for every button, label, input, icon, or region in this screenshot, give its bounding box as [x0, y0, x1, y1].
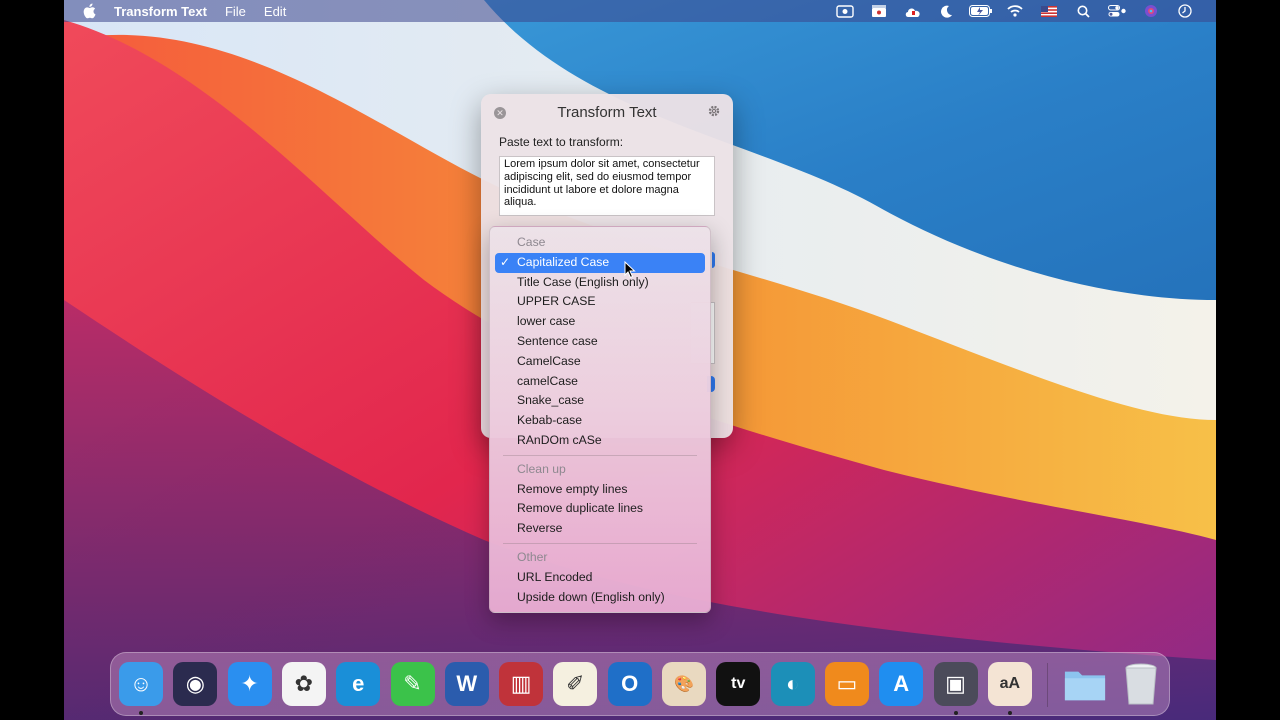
- checkmark-icon: ✓: [500, 254, 511, 269]
- dock-divider: [1047, 663, 1048, 707]
- menu-edit[interactable]: Edit: [264, 4, 286, 19]
- menu-separator: [503, 542, 697, 544]
- transform-text-icon[interactable]: aA: [987, 662, 1032, 706]
- textedit-icon[interactable]: ✐: [553, 662, 598, 706]
- control-center-icon[interactable]: [1100, 0, 1134, 22]
- dock-running-indicator: [1007, 711, 1012, 715]
- menu-item-snake-case[interactable]: Snake_case: [495, 391, 705, 411]
- menu-item-upper-case[interactable]: UPPER CASE: [495, 292, 705, 312]
- dock-running-indicator: [953, 711, 958, 715]
- folder-icon[interactable]: [1063, 662, 1107, 706]
- letterbox-left: [0, 0, 64, 720]
- siri-icon[interactable]: [1134, 0, 1168, 22]
- photos-icon[interactable]: ✿: [281, 662, 326, 706]
- menu-item-capitalized-case[interactable]: ✓ Capitalized Case: [495, 252, 705, 273]
- status-area: [828, 0, 1202, 22]
- gear-icon[interactable]: [707, 104, 721, 118]
- dock: ☺ ◉ ✦ ✿ e ✎ W ▥ ✐ O 🎨 tv ◐ ▭ A ▣ aA: [110, 652, 1170, 716]
- menu-item-random-case[interactable]: RAnDOm cASe: [495, 431, 705, 451]
- mouse-cursor-icon: [624, 261, 636, 279]
- clapper-icon[interactable]: [862, 0, 896, 22]
- safari-icon[interactable]: ✦: [227, 662, 272, 706]
- apple-tv-icon[interactable]: tv: [716, 662, 761, 706]
- word-icon[interactable]: W: [444, 662, 489, 706]
- menu-item-pascal-case[interactable]: CamelCase: [495, 352, 705, 372]
- menu-item-reverse[interactable]: Reverse: [495, 519, 705, 539]
- menu-item-upside-down[interactable]: Upside down (English only): [495, 588, 705, 608]
- outlook-icon[interactable]: O: [607, 662, 652, 706]
- section-header-case: Case: [517, 235, 546, 249]
- media-icon[interactable]: ▣: [933, 662, 978, 706]
- flag-icon[interactable]: [1032, 0, 1066, 22]
- apple-menu-icon[interactable]: [82, 3, 96, 19]
- search-icon[interactable]: [1066, 0, 1100, 22]
- app-store-icon[interactable]: A: [879, 662, 924, 706]
- menu-item-camel-case[interactable]: camelCase: [495, 372, 705, 392]
- menu-separator: [503, 454, 697, 456]
- moon-icon[interactable]: [930, 0, 964, 22]
- clock-icon[interactable]: [1168, 0, 1202, 22]
- menu-item-url-encoded[interactable]: URL Encoded: [495, 568, 705, 588]
- menu-item-remove-duplicate-lines[interactable]: Remove duplicate lines: [495, 499, 705, 519]
- paint-icon[interactable]: 🎨: [662, 662, 706, 706]
- menu-item-sentence-case[interactable]: Sentence case: [495, 332, 705, 352]
- menu-item-lower-case[interactable]: lower case: [495, 312, 705, 332]
- battery-icon[interactable]: [964, 0, 998, 22]
- screen-record-icon[interactable]: [828, 0, 862, 22]
- menu-item-label: Capitalized Case: [517, 254, 610, 269]
- section-header-other: Other: [517, 549, 548, 564]
- trash-icon[interactable]: [1119, 662, 1163, 706]
- menu-item-kebab-case[interactable]: Kebab-case: [495, 411, 705, 431]
- edge-icon[interactable]: ◐: [770, 662, 815, 706]
- transform-dropdown-menu: Case ✓ Capitalized Case Title Case (Engli…: [489, 226, 711, 613]
- input-label: Paste text to transform:: [499, 135, 624, 149]
- siri-icon[interactable]: ◉: [173, 662, 218, 706]
- menu-item-title-case[interactable]: Title Case (English only): [495, 273, 705, 293]
- menu-file[interactable]: File: [225, 4, 246, 19]
- internet-explorer-icon[interactable]: e: [336, 662, 381, 706]
- input-text-area[interactable]: Lorem ipsum dolor sit amet, consectetur …: [499, 156, 715, 216]
- dock-running-indicator: [139, 711, 143, 715]
- parallels-icon[interactable]: ▥: [499, 662, 544, 706]
- cloud-icon[interactable]: [896, 0, 930, 22]
- wifi-icon[interactable]: [998, 0, 1032, 22]
- books-icon[interactable]: ▭: [824, 662, 869, 706]
- section-header-clean-up: Clean up: [517, 461, 566, 476]
- evernote-icon[interactable]: ✎: [390, 662, 435, 706]
- menu-bar: Transform Text File Edit: [64, 0, 1216, 22]
- window-title: Transform Text: [557, 104, 657, 121]
- menu-item-remove-empty-lines[interactable]: Remove empty lines: [495, 480, 705, 500]
- letterbox-right: [1216, 0, 1280, 720]
- menu-app-name[interactable]: Transform Text: [114, 4, 207, 19]
- finder-icon[interactable]: ☺: [119, 662, 163, 706]
